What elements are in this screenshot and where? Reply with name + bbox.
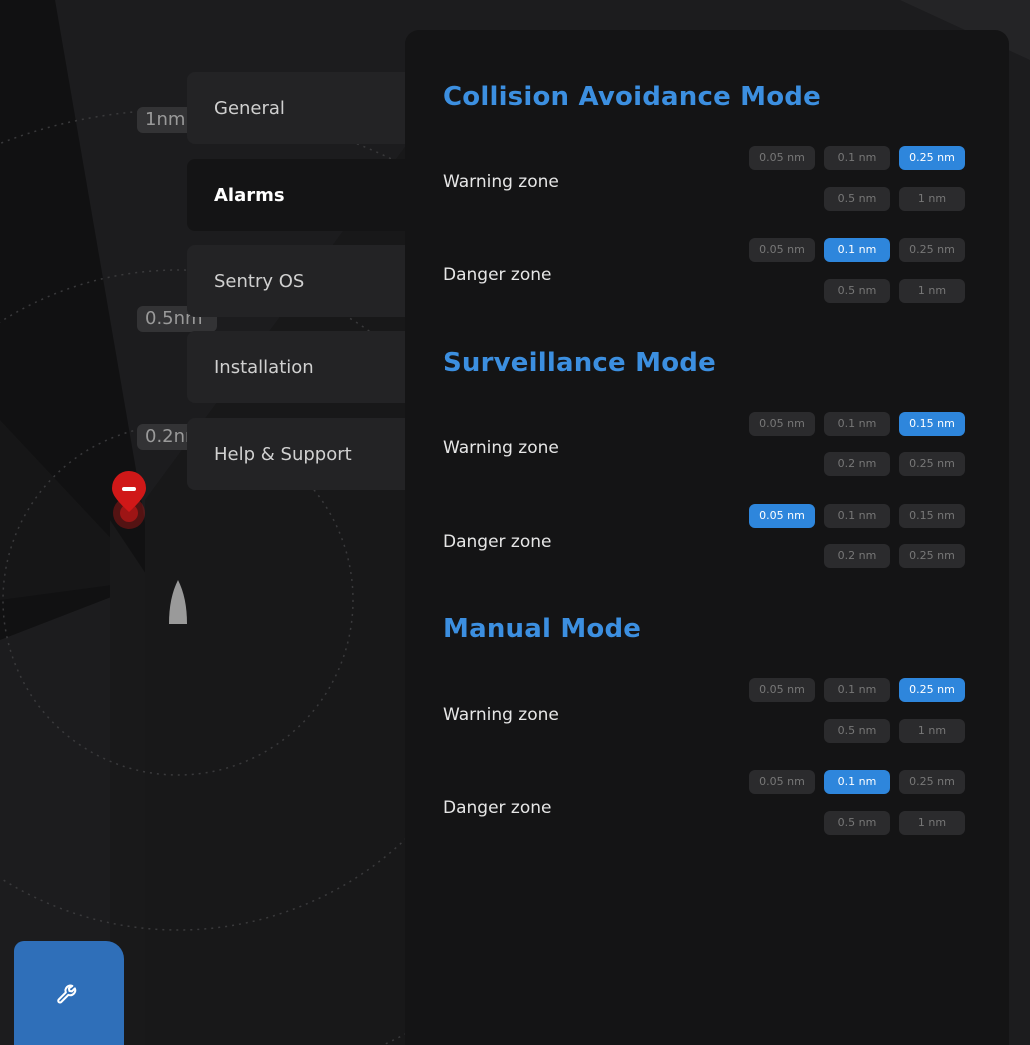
zone-label-warning: Warning zone	[443, 705, 559, 725]
option-button[interactable]: 0.25 nm	[899, 146, 965, 170]
alarms-settings-panel: Collision Avoidance Mode Warning zone 0.…	[405, 30, 1009, 1045]
option-button[interactable]: 0.25 nm	[899, 452, 965, 476]
option-button[interactable]: 1 nm	[899, 811, 965, 835]
option-button[interactable]: 0.15 nm	[899, 412, 965, 436]
option-button[interactable]: 0.05 nm	[749, 770, 815, 794]
option-button[interactable]: 0.1 nm	[824, 504, 890, 528]
zone-label-danger: Danger zone	[443, 798, 552, 818]
option-button[interactable]: 0.05 nm	[749, 146, 815, 170]
option-button[interactable]: 1 nm	[899, 279, 965, 303]
option-button[interactable]: 0.15 nm	[899, 504, 965, 528]
zone-label-danger: Danger zone	[443, 265, 552, 285]
option-button[interactable]: 0.1 nm	[824, 412, 890, 436]
option-button[interactable]: 0.05 nm	[749, 238, 815, 262]
range-label-1nm: 1nm	[137, 107, 193, 133]
menu-item-alarms[interactable]: Alarms	[187, 159, 427, 231]
menu-item-label: General	[214, 97, 285, 119]
option-button[interactable]: 0.25 nm	[899, 544, 965, 568]
option-button[interactable]: 0.25 nm	[899, 238, 965, 262]
menu-item-label: Alarms	[214, 184, 285, 206]
zone-label-danger: Danger zone	[443, 532, 552, 552]
option-button[interactable]: 0.05 nm	[749, 412, 815, 436]
menu-item-installation[interactable]: Installation	[187, 331, 427, 403]
range-label-0-2nm: 0.2nm	[137, 424, 203, 450]
option-button[interactable]: 0.2 nm	[824, 452, 890, 476]
collision-avoidance-mode-title: Collision Avoidance Mode	[443, 82, 821, 112]
option-button[interactable]: 0.5 nm	[824, 279, 890, 303]
menu-item-label: Installation	[214, 356, 314, 378]
option-button[interactable]: 1 nm	[899, 187, 965, 211]
option-button[interactable]: 0.1 nm	[824, 770, 890, 794]
option-button[interactable]: 0.1 nm	[824, 146, 890, 170]
option-button[interactable]: 0.25 nm	[899, 770, 965, 794]
option-button[interactable]: 0.2 nm	[824, 544, 890, 568]
option-button[interactable]: 0.1 nm	[824, 678, 890, 702]
manual-mode-title: Manual Mode	[443, 614, 642, 644]
menu-item-general[interactable]: General	[187, 72, 427, 144]
option-button[interactable]: 0.5 nm	[824, 719, 890, 743]
surveillance-mode-title: Surveillance Mode	[443, 348, 716, 378]
option-button[interactable]: 0.5 nm	[824, 811, 890, 835]
wrench-icon	[57, 984, 77, 1004]
settings-button[interactable]	[14, 941, 124, 1045]
option-button[interactable]: 0.5 nm	[824, 187, 890, 211]
option-button[interactable]: 0.1 nm	[824, 238, 890, 262]
menu-item-label: Sentry OS	[214, 270, 305, 292]
menu-item-label: Help & Support	[214, 443, 352, 465]
zone-label-warning: Warning zone	[443, 172, 559, 192]
zone-label-warning: Warning zone	[443, 438, 559, 458]
menu-item-sentry-os[interactable]: Sentry OS	[187, 245, 427, 317]
option-button[interactable]: 0.05 nm	[749, 678, 815, 702]
option-button[interactable]: 1 nm	[899, 719, 965, 743]
menu-item-help-support[interactable]: Help & Support	[187, 418, 427, 490]
option-button[interactable]: 0.25 nm	[899, 678, 965, 702]
option-button[interactable]: 0.05 nm	[749, 504, 815, 528]
